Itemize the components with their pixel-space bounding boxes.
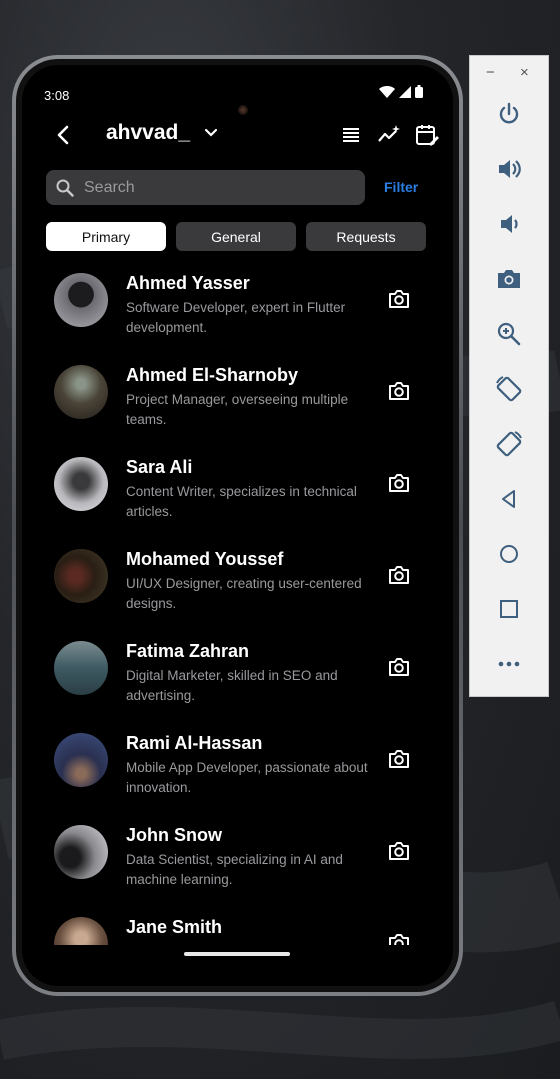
avatar bbox=[54, 457, 108, 511]
overview-square-icon[interactable] bbox=[494, 594, 524, 624]
contact-description: Content Writer, specializes in technical… bbox=[126, 484, 357, 519]
contact-row[interactable]: John Snow Data Scientist, specializing i… bbox=[22, 815, 453, 907]
screenshot-camera-icon[interactable] bbox=[494, 264, 524, 294]
camera-icon[interactable] bbox=[387, 471, 411, 495]
camera-icon[interactable] bbox=[387, 379, 411, 403]
volume-up-icon[interactable] bbox=[494, 154, 524, 184]
status-time: 3:08 bbox=[44, 88, 70, 103]
avatar bbox=[54, 641, 108, 695]
search-icon bbox=[56, 179, 74, 197]
back-triangle-icon[interactable] bbox=[494, 484, 524, 514]
contact-row[interactable]: Fatima Zahran Digital Marketer, skilled … bbox=[22, 631, 453, 723]
power-icon[interactable] bbox=[494, 99, 524, 129]
phone-frame: 3:08 ahvvad_ Search Filter Primary Gener… bbox=[12, 55, 463, 996]
contact-description: Project Manager, overseeing multiple tea… bbox=[126, 392, 349, 427]
tab-primary[interactable]: Primary bbox=[46, 222, 166, 251]
camera-icon[interactable] bbox=[387, 931, 411, 945]
contact-name: Sara Ali bbox=[126, 457, 193, 477]
tab-general[interactable]: General bbox=[176, 222, 296, 251]
camera-icon[interactable] bbox=[387, 287, 411, 311]
contact-name: Mohamed Youssef bbox=[126, 549, 284, 569]
avatar bbox=[54, 549, 108, 603]
contact-name: Jane Smith bbox=[126, 917, 223, 937]
contact-name: Ahmed Yasser bbox=[126, 273, 250, 293]
volume-down-icon[interactable] bbox=[494, 209, 524, 239]
avatar bbox=[54, 825, 108, 879]
contact-row[interactable]: Jane Smith bbox=[22, 907, 453, 945]
battery-icon bbox=[415, 85, 423, 98]
zoom-in-icon[interactable] bbox=[494, 319, 524, 349]
back-arrow-icon[interactable] bbox=[52, 123, 76, 147]
chevron-down-icon bbox=[204, 128, 218, 137]
contact-row[interactable]: Sara Ali Content Writer, specializes in … bbox=[22, 447, 453, 539]
contact-description: Data Scientist, specializing in AI and m… bbox=[126, 852, 343, 887]
search-bar[interactable] bbox=[46, 170, 365, 205]
minimize-button[interactable]: − bbox=[486, 64, 495, 81]
contact-name: John Snow bbox=[126, 825, 222, 845]
phone-screen: 3:08 ahvvad_ Search Filter Primary Gener… bbox=[22, 65, 453, 986]
camera-icon[interactable] bbox=[387, 747, 411, 771]
status-icons bbox=[379, 85, 423, 98]
avatar bbox=[54, 917, 108, 945]
contact-description: Software Developer, expert in Flutter de… bbox=[126, 300, 346, 335]
contact-description: Mobile App Developer, passionate about i… bbox=[126, 760, 368, 795]
calendar-edit-icon[interactable] bbox=[415, 123, 439, 147]
contact-name: Rami Al-Hassan bbox=[126, 733, 263, 753]
close-button[interactable]: × bbox=[520, 64, 529, 81]
avatar bbox=[54, 365, 108, 419]
home-indicator[interactable] bbox=[184, 952, 290, 956]
list-menu-icon[interactable] bbox=[339, 123, 363, 147]
contact-description: UI/UX Designer, creating user-centered d… bbox=[126, 576, 362, 611]
home-circle-icon[interactable] bbox=[494, 539, 524, 569]
tab-bar: Primary General Requests bbox=[46, 222, 426, 251]
camera-icon[interactable] bbox=[387, 655, 411, 679]
signal-icon bbox=[399, 85, 411, 98]
wifi-icon bbox=[379, 85, 395, 98]
contact-row[interactable]: Mohamed Youssef UI/UX Designer, creating… bbox=[22, 539, 453, 631]
app-bar: ahvvad_ bbox=[22, 115, 453, 155]
rotate-left-icon[interactable] bbox=[494, 374, 524, 404]
rotate-right-icon[interactable] bbox=[494, 429, 524, 459]
contact-row[interactable]: Rami Al-Hassan Mobile App Developer, pas… bbox=[22, 723, 453, 815]
contact-name: Ahmed El-Sharnoby bbox=[126, 365, 299, 385]
account-name: ahvvad_ bbox=[106, 121, 191, 144]
contact-row[interactable]: Ahmed Yasser Software Developer, expert … bbox=[22, 263, 453, 355]
contact-description: Digital Marketer, skilled in SEO and adv… bbox=[126, 668, 338, 703]
contact-row[interactable]: Ahmed El-Sharnoby Project Manager, overs… bbox=[22, 355, 453, 447]
tab-requests[interactable]: Requests bbox=[306, 222, 426, 251]
avatar bbox=[54, 273, 108, 327]
trending-sparkle-icon[interactable] bbox=[377, 123, 401, 147]
camera-icon[interactable] bbox=[387, 839, 411, 863]
avatar bbox=[54, 733, 108, 787]
account-switcher[interactable]: ahvvad_ bbox=[106, 121, 218, 145]
search-input[interactable] bbox=[84, 178, 324, 197]
contact-list: Ahmed Yasser Software Developer, expert … bbox=[22, 263, 453, 945]
filter-link[interactable]: Filter bbox=[384, 179, 418, 195]
contact-name: Fatima Zahran bbox=[126, 641, 250, 661]
more-dots-icon[interactable] bbox=[494, 649, 524, 679]
camera-icon[interactable] bbox=[387, 563, 411, 587]
front-camera bbox=[238, 105, 248, 115]
emulator-side-panel: − × bbox=[469, 55, 549, 697]
